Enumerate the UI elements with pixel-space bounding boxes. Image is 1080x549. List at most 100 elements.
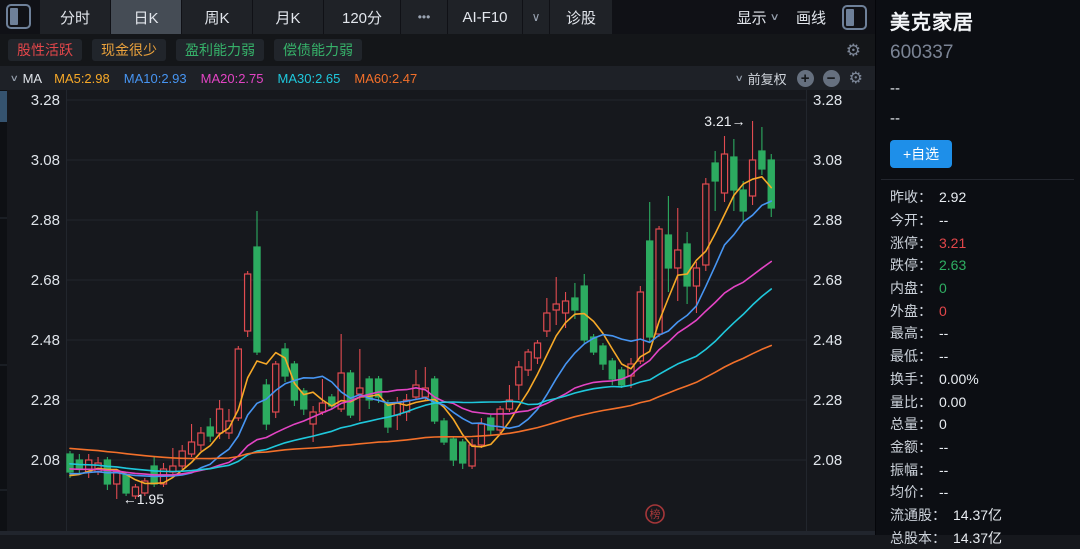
stat-value: 14.37亿	[953, 528, 1002, 548]
stat-value: 0.00	[939, 394, 966, 410]
ma-collapse-chevron-icon[interactable]: ∨	[10, 73, 19, 84]
left-panel-toggle-icon[interactable]	[6, 4, 31, 29]
draw-line-button[interactable]: 画线	[796, 7, 826, 28]
display-dropdown[interactable]: 显示	[737, 7, 767, 28]
settings-gear-icon[interactable]: ⚙	[846, 42, 861, 59]
stat-value: --	[939, 439, 948, 455]
y-axis-label-right: 2.88	[813, 212, 842, 229]
tag-stock-active[interactable]: 股性活跃	[8, 39, 82, 61]
ma-value-label: MA20:2.75	[201, 71, 264, 86]
candle-down	[385, 403, 391, 427]
ma20-line	[70, 262, 771, 475]
tab-daily-k[interactable]: 日K	[111, 0, 181, 34]
stat-row: 最高： --	[890, 322, 1080, 345]
kline-chart[interactable]: 3.21→←1.95榜3.283.283.083.082.882.882.682…	[0, 90, 875, 535]
y-axis-label-right: 2.28	[813, 392, 842, 409]
stat-row: 跌停：2.63	[890, 254, 1080, 277]
candle-up	[198, 433, 204, 445]
candle-up	[721, 154, 727, 193]
toolbar: 分时日K周K月K120分•••AI-F10∨诊股 显示 ∨ 画线	[0, 0, 875, 34]
stat-value: --	[939, 325, 948, 341]
tab-weekly-k[interactable]: 周K	[182, 0, 252, 34]
y-axis-label-right: 2.68	[813, 272, 842, 289]
stock-price: --	[890, 80, 1080, 97]
y-axis-label-right: 2.48	[813, 332, 842, 349]
y-axis-label-left: 3.28	[31, 92, 60, 109]
tab-more[interactable]: •••	[401, 0, 447, 34]
tag-solvency-weak[interactable]: 偿债能力弱	[274, 39, 362, 61]
ma-value-label: MA5:2.98	[54, 71, 110, 86]
stat-row: 量比：0.00	[890, 390, 1080, 413]
ma-group-label: MA	[23, 71, 43, 86]
y-axis-label-left: 2.68	[31, 272, 60, 289]
kline-canvas[interactable]: 3.21→←1.95榜3.283.283.083.082.882.882.682…	[0, 90, 875, 535]
stock-info-panel: 美克家居 600337 -- -- +自选 昨收：2.92今开：--涨停：3.2…	[875, 0, 1080, 535]
adjust-chevron-icon[interactable]: ∨	[735, 73, 744, 84]
candle-down	[740, 190, 746, 211]
ma-indicator-bar: ∨ MA MA5:2.98MA10:2.93MA20:2.75MA30:2.65…	[0, 66, 875, 90]
adjust-mode-dropdown[interactable]: 前复权	[748, 69, 787, 88]
stat-value: 14.37亿	[953, 505, 1002, 525]
candle-up	[478, 424, 484, 445]
candle-up	[544, 313, 550, 331]
stat-label: 振幅：	[890, 460, 932, 480]
y-axis-label-left: 3.08	[31, 152, 60, 169]
candle-up	[553, 304, 559, 310]
tab-diagnose[interactable]: 诊股	[550, 0, 612, 34]
stat-label: 最高：	[890, 323, 932, 343]
candle-down	[600, 346, 606, 364]
stat-row: 总量：0	[890, 413, 1080, 436]
right-panel-toggle-icon[interactable]	[842, 5, 867, 30]
candle-down	[684, 244, 690, 286]
stat-value: --	[939, 348, 948, 364]
stat-label: 总股本：	[890, 528, 946, 548]
left-edge-strip	[0, 90, 7, 535]
candle-up	[516, 367, 522, 385]
zoom-out-button[interactable]: −	[823, 70, 840, 87]
chevron-down-icon[interactable]: ∨	[769, 12, 779, 23]
candle-down	[460, 442, 466, 463]
stat-row: 涨停：3.21	[890, 231, 1080, 254]
tab-minute[interactable]: 分时	[40, 0, 110, 34]
stat-row: 均价：--	[890, 481, 1080, 504]
stat-value: 0	[939, 280, 947, 296]
candle-down	[488, 418, 494, 430]
candle-up	[656, 229, 662, 334]
zoom-in-button[interactable]: +	[797, 70, 814, 87]
candle-up	[525, 352, 531, 370]
candle-down	[347, 373, 353, 415]
candle-up	[675, 250, 681, 268]
add-watchlist-button[interactable]: +自选	[890, 140, 952, 168]
stat-value: 0	[939, 303, 947, 319]
chart-settings-gear-icon[interactable]: ⚙	[849, 70, 863, 87]
tab-monthly-k[interactable]: 月K	[253, 0, 323, 34]
volume-pane-edge	[0, 531, 875, 535]
candle-up	[413, 385, 419, 397]
stat-label: 换手：	[890, 369, 932, 389]
stat-row: 金额： --	[890, 436, 1080, 459]
stat-label: 金额：	[890, 437, 932, 457]
stock-name: 美克家居	[890, 6, 1080, 35]
tab-120min[interactable]: 120分	[324, 0, 400, 34]
stat-row: 总股本： 14.37亿	[890, 526, 1080, 549]
candle-up	[394, 403, 400, 415]
tag-row: 股性活跃现金很少盈利能力弱偿债能力弱 ⚙	[0, 34, 875, 66]
stat-label: 最低：	[890, 346, 932, 366]
candle-down	[609, 361, 615, 379]
y-axis-label-right: 3.28	[813, 92, 842, 109]
tab-ai-f10[interactable]: AI-F10	[448, 0, 522, 34]
ma-value-label: MA60:2.47	[354, 71, 417, 86]
candle-down	[441, 421, 447, 442]
stat-label: 外盘：	[890, 301, 932, 321]
tab-expand[interactable]: ∨	[523, 0, 549, 34]
stat-row: 最低： --	[890, 345, 1080, 368]
chart-window: 分时日K周K月K120分•••AI-F10∨诊股 显示 ∨ 画线 股性活跃现金很…	[0, 0, 875, 535]
period-tabs: 分时日K周K月K120分•••AI-F10∨诊股	[40, 0, 613, 34]
candle-up	[469, 445, 475, 466]
candle-up	[245, 274, 251, 331]
tag-cash-low[interactable]: 现金很少	[92, 39, 166, 61]
candle-down	[254, 247, 260, 352]
tag-profit-weak[interactable]: 盈利能力弱	[176, 39, 264, 61]
candle-down	[665, 235, 671, 268]
y-axis-label-right: 3.08	[813, 152, 842, 169]
